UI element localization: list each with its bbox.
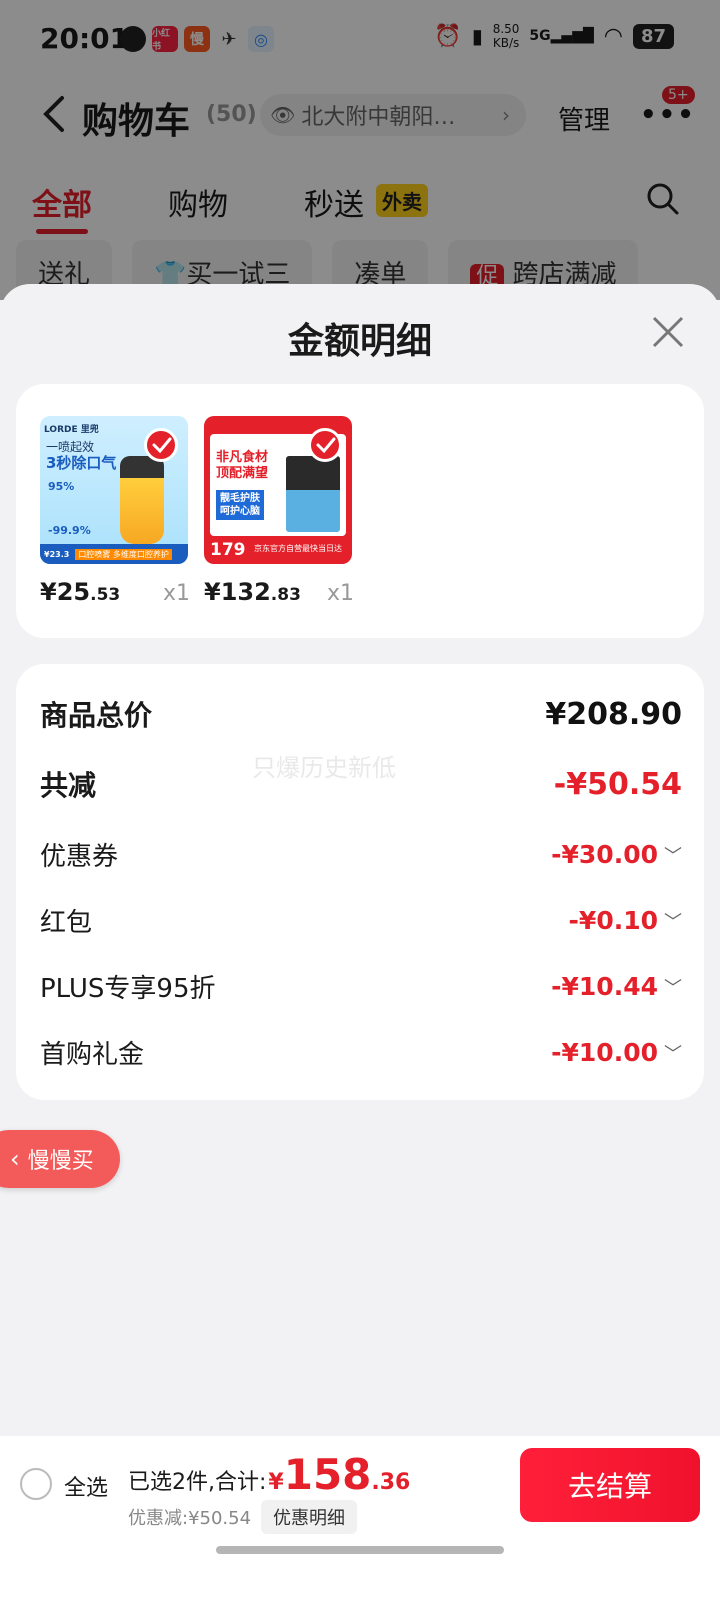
product-promo-line2: 顶配满望 (216, 466, 269, 481)
select-all-label[interactable]: 全选 (64, 1470, 108, 1502)
red-packet-label: 红包 (40, 908, 93, 938)
price-details-card: 只爆历史新低 商品总价 ¥208.90 共减 -¥50.54 优惠券 -¥30.… (16, 664, 704, 1100)
chevron-left-icon: ‹ (10, 1145, 20, 1173)
plus-discount-label: PLUS专享95折 (40, 974, 216, 1004)
coupon-value: -¥30.00 ﹀ (551, 840, 682, 869)
amount-detail-sheet: 金额明细 LORDE 里兜 一喷起效 3秒除口气 95% -99.9% ¥23.… (0, 284, 720, 1464)
product-price: ¥25.53 (40, 578, 121, 606)
chevron-down-icon: ﹀ (664, 845, 682, 867)
product-brand: LORDE 里兜 (44, 425, 99, 435)
product-footer: 京东官方自营最快当日达 (254, 544, 342, 553)
total-price-value: ¥208.90 (545, 696, 682, 732)
sheet-title: 金额明细 (287, 321, 432, 362)
total-reduction-value: -¥50.54 (553, 766, 682, 802)
checkout-bar: 全选 已选2件,合计: ¥ 158 .36 优惠减:¥50.54 优惠明细 去结… (0, 1436, 720, 1600)
first-purchase-row[interactable]: 首购礼金 -¥10.00 ﹀ (40, 1034, 682, 1071)
spray-bottle-graphic (120, 456, 164, 544)
product-price-tag: 179 (210, 540, 246, 560)
first-purchase-value: -¥10.00 ﹀ (551, 1038, 682, 1067)
product-image: 非凡食材 顶配满望 靓毛护肤 呵护心脑 179 京东官方自营最快当日达 (204, 416, 352, 564)
selected-count-text: 已选2件,合计: (128, 1470, 267, 1495)
plus-discount-row[interactable]: PLUS专享95折 -¥10.44 ﹀ (40, 968, 682, 1005)
total-price-row: 商品总价 ¥208.90 (40, 694, 682, 734)
plus-discount-value: -¥10.44 ﹀ (551, 972, 682, 1001)
discount-text: 优惠减:¥50.54 (128, 1508, 252, 1529)
total-amount-integer: 158 (283, 1450, 372, 1499)
product-image: LORDE 里兜 一喷起效 3秒除口气 95% -99.9% ¥23.3 口腔喷… (40, 416, 188, 564)
slow-buy-float-button[interactable]: ‹ 慢慢买 (0, 1130, 120, 1188)
product-quantity: x1 (326, 581, 354, 606)
select-all-radio[interactable] (20, 1468, 52, 1500)
order-summary: 已选2件,合计: ¥ 158 .36 (128, 1450, 410, 1499)
product-promo-line2: 3秒除口气 (46, 454, 117, 472)
chevron-down-icon: ﹀ (664, 977, 682, 999)
close-icon[interactable] (650, 314, 686, 350)
discount-summary: 优惠减:¥50.54 优惠明细 (128, 1500, 358, 1534)
total-reduction-label: 共减 (40, 769, 97, 802)
total-price-label: 商品总价 (40, 699, 153, 732)
product-price: ¥132.83 (204, 578, 301, 606)
chevron-down-icon: ﹀ (664, 1043, 682, 1065)
total-currency: ¥ (268, 1470, 284, 1495)
product-footer: ¥23.3 口腔喷雾 多维度口腔养护 (40, 544, 188, 564)
product-item[interactable]: 非凡食材 顶配满望 靓毛护肤 呵护心脑 179 京东官方自营最快当日达 ¥132.… (204, 416, 354, 606)
selected-check-icon (308, 428, 342, 462)
product-item[interactable]: LORDE 里兜 一喷起效 3秒除口气 95% -99.9% ¥23.3 口腔喷… (40, 416, 190, 606)
coupon-row[interactable]: 优惠券 -¥30.00 ﹀ (40, 836, 682, 873)
modal-overlay[interactable] (0, 0, 720, 300)
red-packet-row[interactable]: 红包 -¥0.10 ﹀ (40, 902, 682, 939)
product-stat-1: 95% (48, 480, 75, 493)
slow-buy-label: 慢慢买 (27, 1149, 94, 1174)
discount-detail-button[interactable]: 优惠明细 (261, 1500, 358, 1534)
products-card: LORDE 里兜 一喷起效 3秒除口气 95% -99.9% ¥23.3 口腔喷… (16, 384, 704, 638)
product-quantity: x1 (162, 581, 190, 606)
pet-food-bag-graphic (286, 456, 340, 532)
home-indicator[interactable] (216, 1546, 504, 1554)
checkout-button[interactable]: 去结算 (520, 1448, 700, 1522)
product-stat-2: -99.9% (48, 524, 91, 537)
first-purchase-label: 首购礼金 (40, 1040, 145, 1070)
cart-page-background: 20:01 小红书 慢 ✈ ◎ ⏰ ▮ 8.50 KB/s 5G▂▄▆█ ◠ 87… (0, 0, 720, 300)
total-amount-decimal: .36 (371, 1470, 411, 1495)
product-price-row: ¥132.83 x1 (204, 578, 354, 606)
product-price-row: ¥25.53 x1 (40, 578, 190, 606)
coupon-label: 优惠券 (40, 842, 119, 872)
chevron-down-icon: ﹀ (664, 911, 682, 933)
selected-check-icon (144, 428, 178, 462)
product-feature-box: 靓毛护肤 呵护心脑 (216, 490, 264, 520)
total-reduction-row: 共减 -¥50.54 (40, 764, 682, 804)
red-packet-value: -¥0.10 ﹀ (568, 906, 682, 935)
